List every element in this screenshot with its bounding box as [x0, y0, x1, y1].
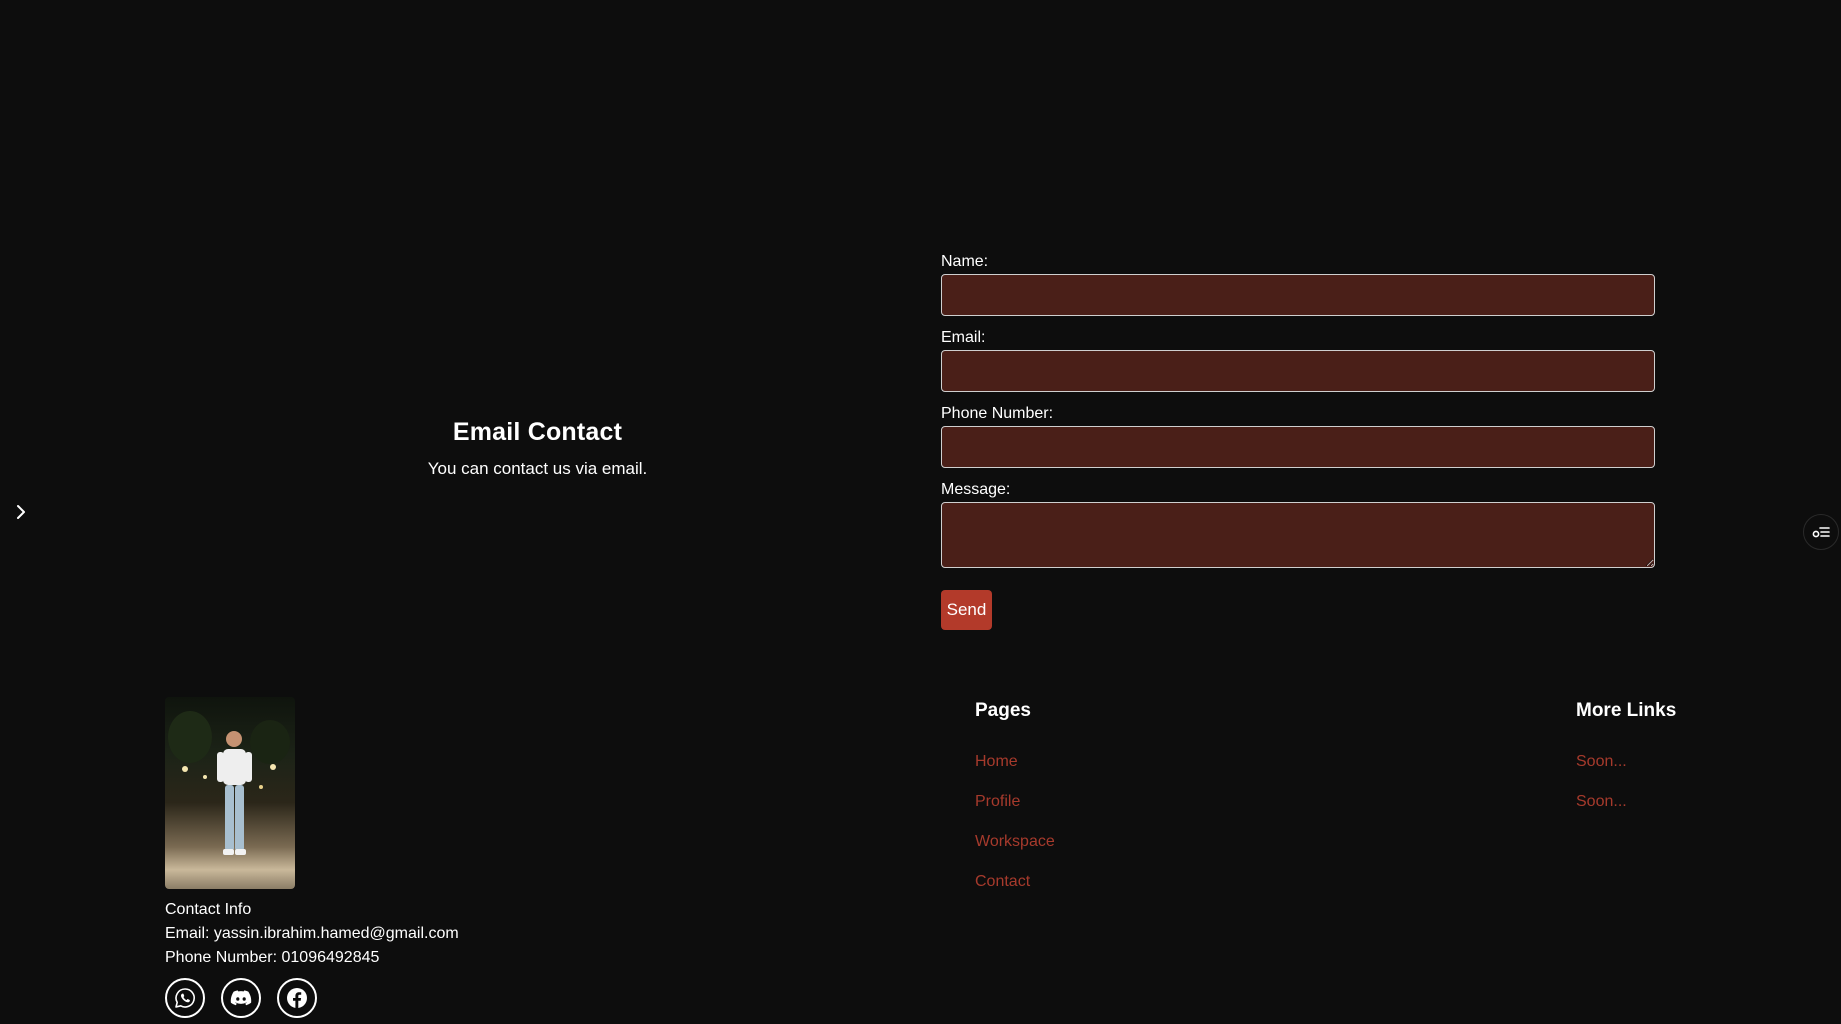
contact-page: Email Contact You can contact us via ema… [0, 0, 1841, 1024]
email-field-group: Email: [941, 328, 1655, 392]
discord-button[interactable] [221, 978, 261, 1018]
more-link-2[interactable]: Soon... [1576, 792, 1676, 812]
name-field-group: Name: [941, 252, 1655, 316]
contact-info: Contact Info Email: yassin.ibrahim.hamed… [165, 898, 459, 1018]
phone-input[interactable] [941, 426, 1655, 468]
contact-email: Email: yassin.ibrahim.hamed@gmail.com [165, 925, 459, 942]
contact-phone: Phone Number: 01096492845 [165, 949, 380, 966]
email-contact-subtitle: You can contact us via email. [427, 459, 648, 478]
email-label: Email: [941, 329, 986, 346]
social-links [165, 978, 459, 1018]
more-links-title: More Links [1576, 700, 1677, 721]
pages-column: Pages Home Profile Workspace Contact [975, 700, 1055, 912]
whatsapp-icon [175, 988, 195, 1008]
name-label: Name: [941, 253, 989, 270]
send-button[interactable]: Send [941, 590, 992, 630]
options-icon [1812, 527, 1830, 538]
email-contact-title: Email Contact [452, 418, 623, 446]
facebook-icon [287, 988, 307, 1008]
person-photo-image [168, 711, 290, 855]
message-textarea[interactable] [941, 502, 1655, 568]
chevron-right-icon [17, 505, 25, 519]
pages-link-contact[interactable]: Contact [975, 872, 1055, 892]
message-label: Message: [941, 481, 1011, 498]
pages-link-home[interactable]: Home [975, 752, 1055, 772]
phone-label: Phone Number: [941, 405, 1054, 422]
sidebar-toggle-button[interactable] [12, 502, 30, 522]
message-field-group: Message: [941, 480, 1655, 568]
more-link-1[interactable]: Soon... [1576, 752, 1676, 772]
discord-icon [230, 990, 252, 1006]
pages-link-profile[interactable]: Profile [975, 792, 1055, 812]
facebook-button[interactable] [277, 978, 317, 1018]
contact-form: Name: Email: Phone Number: Message: Send [941, 252, 1655, 630]
email-contact-section: Email Contact You can contact us via ema… [370, 418, 705, 479]
pages-link-workspace[interactable]: Workspace [975, 832, 1055, 852]
contact-info-title: Contact Info [165, 901, 252, 918]
whatsapp-button[interactable] [165, 978, 205, 1018]
name-input[interactable] [941, 274, 1655, 316]
profile-photo [165, 697, 295, 889]
phone-field-group: Phone Number: [941, 404, 1655, 468]
more-links-column: More Links Soon... Soon... [1576, 700, 1676, 832]
email-input[interactable] [941, 350, 1655, 392]
pages-title: Pages [975, 700, 1031, 721]
options-button[interactable] [1803, 514, 1839, 550]
